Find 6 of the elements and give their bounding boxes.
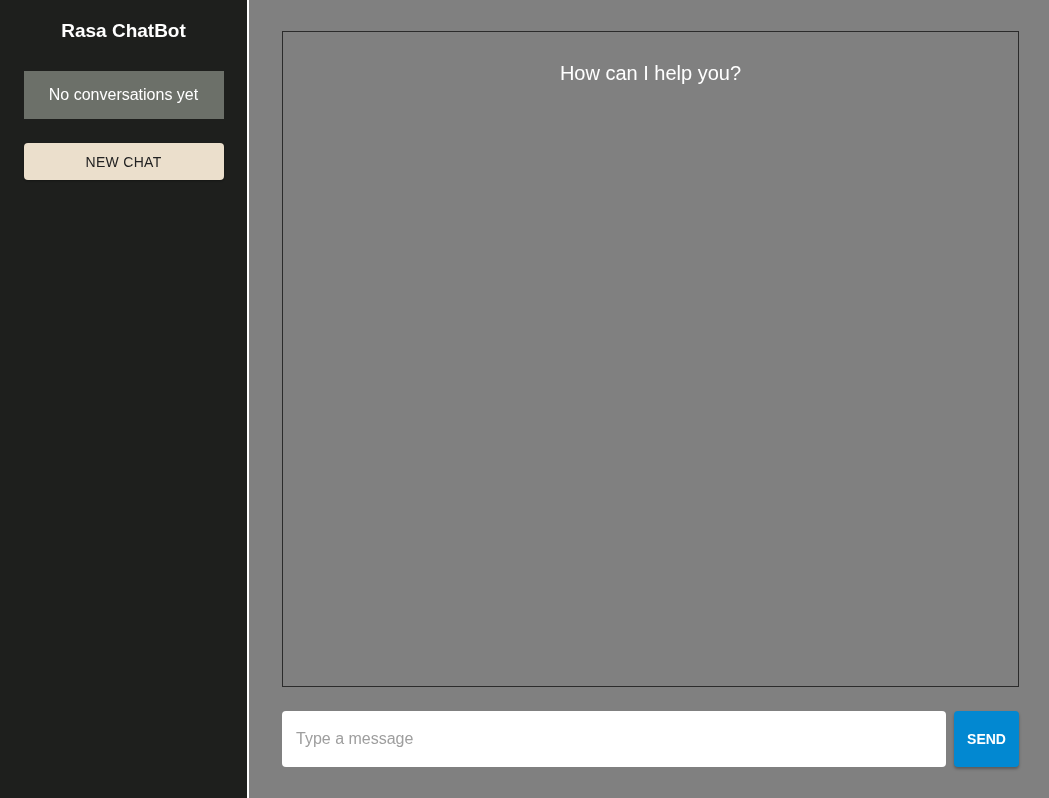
greeting-message: How can I help you? xyxy=(559,62,742,86)
send-button[interactable]: SEND xyxy=(954,711,1019,767)
empty-conversations-notice: No conversations yet xyxy=(23,71,224,119)
app-title: Rasa ChatBot xyxy=(61,20,186,42)
new-chat-button[interactable]: NEW CHAT xyxy=(23,143,224,180)
message-input-field[interactable]: Type a message xyxy=(282,711,946,767)
